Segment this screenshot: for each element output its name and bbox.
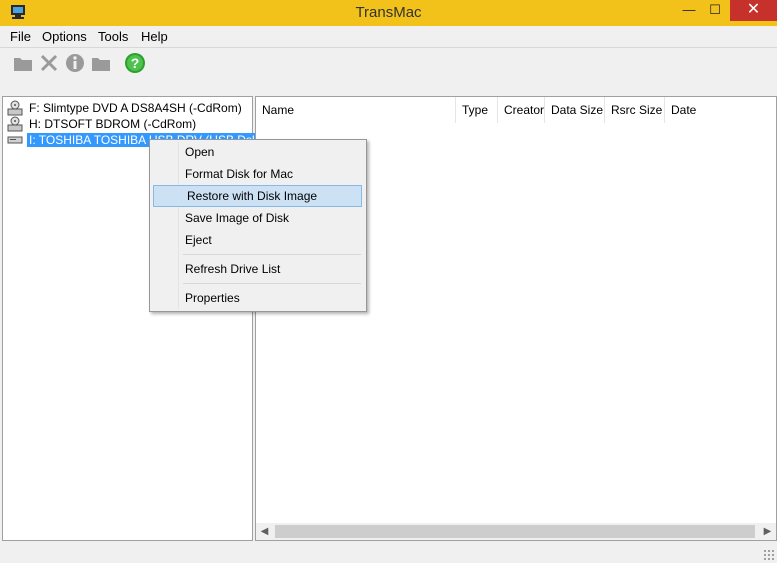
menu-bar: File Options Tools Help — [0, 26, 777, 47]
context-menu-refresh-drive-list[interactable]: Refresh Drive List — [152, 258, 362, 280]
cdrom-drive-icon — [7, 100, 23, 116]
column-header-creator[interactable]: Creator — [498, 97, 545, 123]
menu-help[interactable]: Help — [141, 29, 168, 44]
column-header-rsrc-size[interactable]: Rsrc Size — [605, 97, 665, 123]
scrollbar-thumb[interactable] — [275, 525, 755, 538]
toolbar: ? — [0, 47, 777, 78]
column-header-type[interactable]: Type — [456, 97, 498, 123]
window-title: TransMac — [355, 4, 422, 21]
resize-grip-icon[interactable] — [763, 549, 775, 561]
horizontal-scrollbar[interactable]: ◀ ▶ — [256, 523, 776, 540]
context-menu-open[interactable]: Open — [152, 141, 362, 163]
folder-open-icon[interactable] — [90, 52, 112, 74]
context-menu-save-image[interactable]: Save Image of Disk — [152, 207, 362, 229]
context-menu: Open Format Disk for Mac Restore with Di… — [149, 139, 367, 312]
minimize-button[interactable]: — — [676, 0, 702, 20]
context-menu-format-disk[interactable]: Format Disk for Mac — [152, 163, 362, 185]
menu-options[interactable]: Options — [42, 29, 87, 44]
status-bar — [0, 541, 777, 563]
scroll-left-icon[interactable]: ◀ — [256, 523, 273, 540]
tree-item-label: F: Slimtype DVD A DS8A4SH (-CdRom) — [29, 101, 242, 115]
delete-icon[interactable] — [38, 52, 60, 74]
folder-icon[interactable] — [12, 52, 34, 74]
menu-tools[interactable]: Tools — [98, 29, 128, 44]
column-header-date[interactable]: Date — [665, 97, 776, 123]
title-bar[interactable]: TransMac — ☐ ✕ — [0, 0, 777, 26]
help-icon[interactable]: ? — [124, 52, 146, 74]
context-menu-properties[interactable]: Properties — [152, 287, 362, 309]
context-menu-eject[interactable]: Eject — [152, 229, 362, 251]
context-menu-restore-disk-image[interactable]: Restore with Disk Image — [153, 185, 362, 207]
close-button[interactable]: ✕ — [730, 0, 777, 21]
context-menu-separator — [183, 254, 361, 255]
tree-item-label: H: DTSOFT BDROM (-CdRom) — [29, 117, 197, 131]
maximize-button[interactable]: ☐ — [702, 0, 728, 20]
column-header-data-size[interactable]: Data Size — [545, 97, 605, 123]
context-menu-separator — [183, 283, 361, 284]
svg-text:?: ? — [131, 55, 140, 71]
scroll-right-icon[interactable]: ▶ — [759, 523, 776, 540]
cdrom-drive-icon — [7, 116, 23, 132]
menu-file[interactable]: File — [10, 29, 31, 44]
info-icon[interactable] — [64, 52, 86, 74]
column-header-name[interactable]: Name — [256, 97, 456, 123]
usb-drive-icon — [7, 136, 23, 144]
